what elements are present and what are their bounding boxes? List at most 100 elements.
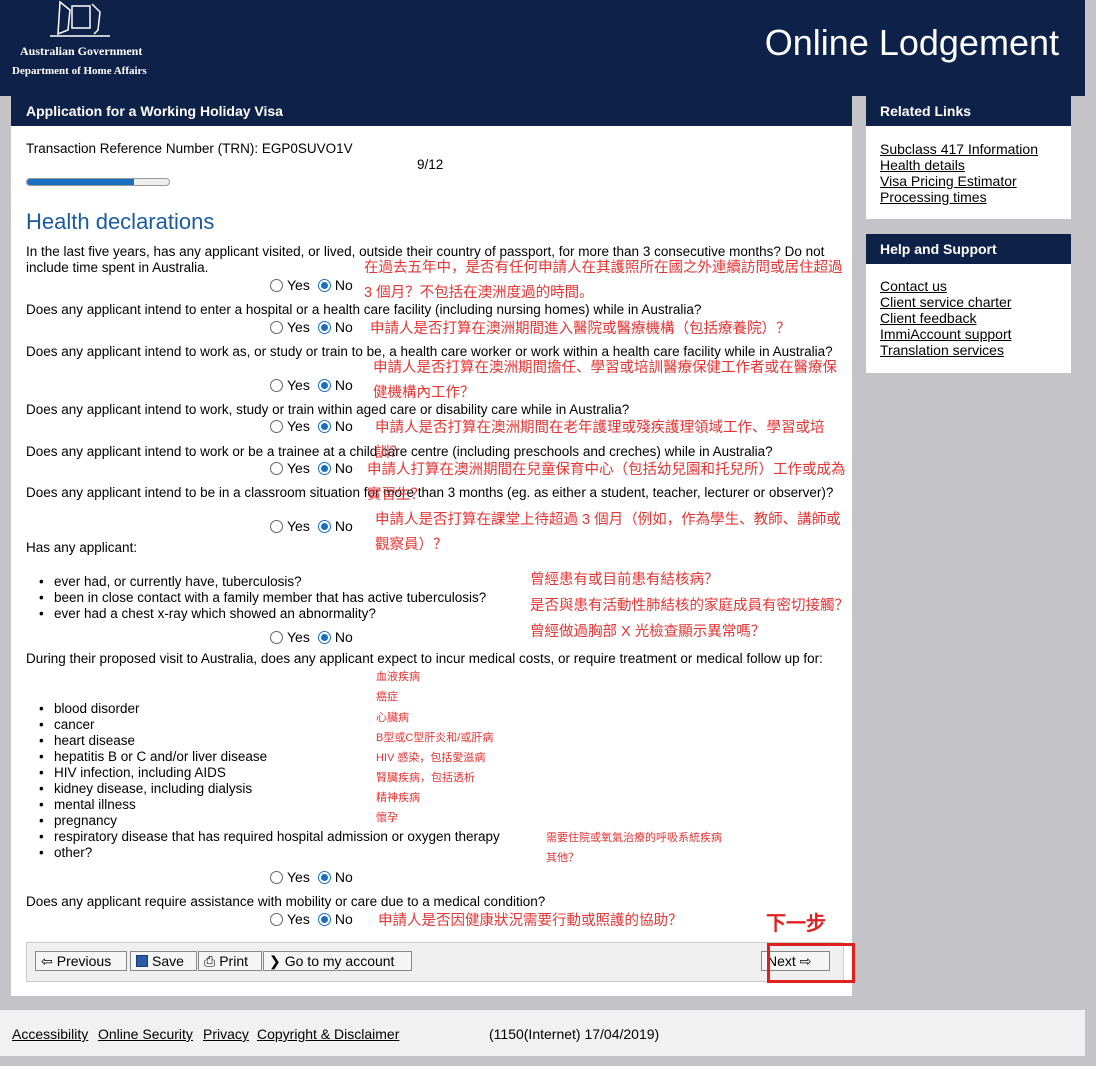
list-item: been in close contact with a family memb… xyxy=(39,590,486,606)
radio-no-label: No xyxy=(334,377,353,393)
link-client-service-charter[interactable]: Client service charter xyxy=(866,294,1071,310)
radio-group-q2: Yes No xyxy=(270,319,361,335)
radio-yes-label: Yes xyxy=(287,277,310,293)
previous-label: Previous xyxy=(56,953,112,969)
annotation-other: 其他？ xyxy=(546,852,579,864)
radio-no[interactable] xyxy=(317,519,331,533)
annotation-cancer: 癌症 xyxy=(376,691,398,703)
radio-yes-label: Yes xyxy=(287,629,310,645)
list-item: pregnancy xyxy=(39,813,500,829)
gov-name: Australian Government xyxy=(20,44,143,58)
radio-group-q1: Yes No xyxy=(270,277,361,293)
radio-no[interactable] xyxy=(317,461,331,475)
print-button[interactable]: ⎙ Print xyxy=(198,951,262,971)
annotation-line: 在過去五年中，是否有任何申請人在其護照所在國之外連續訪問或居住超過 xyxy=(364,260,843,276)
annotation-mental: 精神疾病 xyxy=(376,792,420,804)
radio-yes[interactable] xyxy=(270,912,283,926)
radio-yes-label: Yes xyxy=(287,377,310,393)
site-footer: Accessibility Online Security Privacy Co… xyxy=(0,1010,1085,1056)
radio-yes-label: Yes xyxy=(287,460,310,476)
radio-no-label: No xyxy=(334,629,353,645)
radio-group-q6: Yes No xyxy=(270,518,361,534)
radio-no[interactable] xyxy=(317,912,331,926)
progress-bar xyxy=(26,178,170,186)
section-title: Health declarations xyxy=(26,209,215,234)
radio-yes[interactable] xyxy=(270,870,283,884)
radio-group-q7: Yes No xyxy=(270,629,361,645)
link-subclass-417[interactable]: Subclass 417 Information xyxy=(866,141,1071,157)
link-processing-times[interactable]: Processing times xyxy=(866,189,1071,205)
radio-no-label: No xyxy=(334,319,353,335)
annotation-q2: 申請人是否打算在澳洲期間進入醫院或醫療機構（包括療養院）？ xyxy=(370,321,791,337)
footer-link-accessibility[interactable]: Accessibility xyxy=(12,1026,88,1042)
annotation-q6: 申請人是否打算在課堂上待超過 3 個月（例如，作為學生、教師、講師或 觀察員）？ xyxy=(375,508,841,558)
tuberculosis-list: ever had, or currently have, tuberculosi… xyxy=(39,574,486,622)
radio-no[interactable] xyxy=(317,378,331,392)
footer-link-online-security[interactable]: Online Security xyxy=(98,1026,193,1042)
help-support-list: Contact us Client service charter Client… xyxy=(866,264,1071,358)
list-item: other? xyxy=(39,845,500,861)
link-health-details[interactable]: Health details xyxy=(866,157,1071,173)
annotation-next-step: 下一步 xyxy=(766,913,826,935)
question-mobility-care: Does any applicant require assistance wi… xyxy=(26,894,546,909)
annotation-q7-1: 曾經患有或目前患有結核病？ xyxy=(530,572,719,588)
related-links-heading: Related Links xyxy=(866,96,1071,126)
radio-yes-label: Yes xyxy=(287,319,310,335)
link-immiaccount-support[interactable]: ImmiAccount support xyxy=(866,326,1071,342)
footer-link-privacy[interactable]: Privacy xyxy=(203,1026,249,1042)
list-item: mental illness xyxy=(39,797,500,813)
save-icon xyxy=(136,955,148,967)
radio-yes[interactable] xyxy=(270,630,283,644)
radio-yes[interactable] xyxy=(270,278,283,292)
go-to-account-label: Go to my account xyxy=(284,953,395,969)
footer-link-copyright[interactable]: Copyright & Disclaimer xyxy=(257,1026,399,1042)
radio-yes[interactable] xyxy=(270,419,283,433)
annotation-blood: 血液疾病 xyxy=(376,671,420,683)
radio-yes[interactable] xyxy=(270,378,283,392)
link-client-feedback[interactable]: Client feedback xyxy=(866,310,1071,326)
annotation-q7-3: 曾經做過胸部 X 光檢查顯示異常嗎？ xyxy=(530,624,766,640)
radio-group-q4: Yes No xyxy=(270,418,361,434)
save-label: Save xyxy=(152,953,184,969)
chevron-right-icon: ❯ xyxy=(269,953,281,969)
step-counter: 9/12 xyxy=(417,157,444,172)
next-highlight-box xyxy=(767,943,855,983)
radio-group-q5: Yes No xyxy=(270,460,361,476)
go-to-account-button[interactable]: ❯ Go to my account xyxy=(263,951,412,971)
previous-button[interactable]: ⇦ Previous xyxy=(35,951,127,971)
list-item: blood disorder xyxy=(39,701,500,717)
radio-yes-label: Yes xyxy=(287,418,310,434)
question-medical-costs: During their proposed visit to Australia… xyxy=(26,651,823,666)
radio-no[interactable] xyxy=(317,870,331,884)
list-item: ever had a chest x-ray which showed an a… xyxy=(39,606,486,622)
print-icon: ⎙ xyxy=(204,953,216,969)
annotation-line: 申請人是否打算在課堂上待超過 3 個月（例如，作為學生、教師、講師或 xyxy=(375,512,841,528)
list-item: respiratory disease that has required ho… xyxy=(39,829,500,845)
annotation-kidney: 腎臟疾病，包括透析 xyxy=(376,772,475,784)
radio-no-label: No xyxy=(334,869,353,885)
radio-no[interactable] xyxy=(317,278,331,292)
annotation-line: 健機構內工作？ xyxy=(373,385,475,401)
save-button[interactable]: Save xyxy=(130,951,197,971)
radio-yes[interactable] xyxy=(270,461,283,475)
radio-yes-label: Yes xyxy=(287,869,310,885)
radio-no-label: No xyxy=(334,911,353,927)
radio-group-q9: Yes No xyxy=(270,911,361,927)
radio-no[interactable] xyxy=(317,630,331,644)
link-translation-services[interactable]: Translation services xyxy=(866,342,1071,358)
progress-fill xyxy=(27,179,134,185)
print-label: Print xyxy=(219,953,248,969)
radio-no[interactable] xyxy=(317,320,331,334)
related-links-panel: Related Links Subclass 417 Information H… xyxy=(866,96,1071,219)
department-name: Department of Home Affairs xyxy=(12,65,147,77)
annotation-line: 申請人是否打算在澳洲期間擔任、學習或培訓醫療保健工作者或在醫療保 xyxy=(373,360,837,376)
radio-yes-label: Yes xyxy=(287,518,310,534)
link-visa-pricing[interactable]: Visa Pricing Estimator xyxy=(866,173,1071,189)
help-support-heading: Help and Support xyxy=(866,234,1071,264)
radio-no[interactable] xyxy=(317,419,331,433)
radio-yes[interactable] xyxy=(270,519,283,533)
link-contact-us[interactable]: Contact us xyxy=(866,278,1071,294)
annotation-q9: 申請人是否因健康狀況需要行動或照護的協助？ xyxy=(378,913,683,929)
radio-yes[interactable] xyxy=(270,320,283,334)
annotation-q1: 在過去五年中，是否有任何申請人在其護照所在國之外連續訪問或居住超過 3 個月？不… xyxy=(364,256,843,306)
